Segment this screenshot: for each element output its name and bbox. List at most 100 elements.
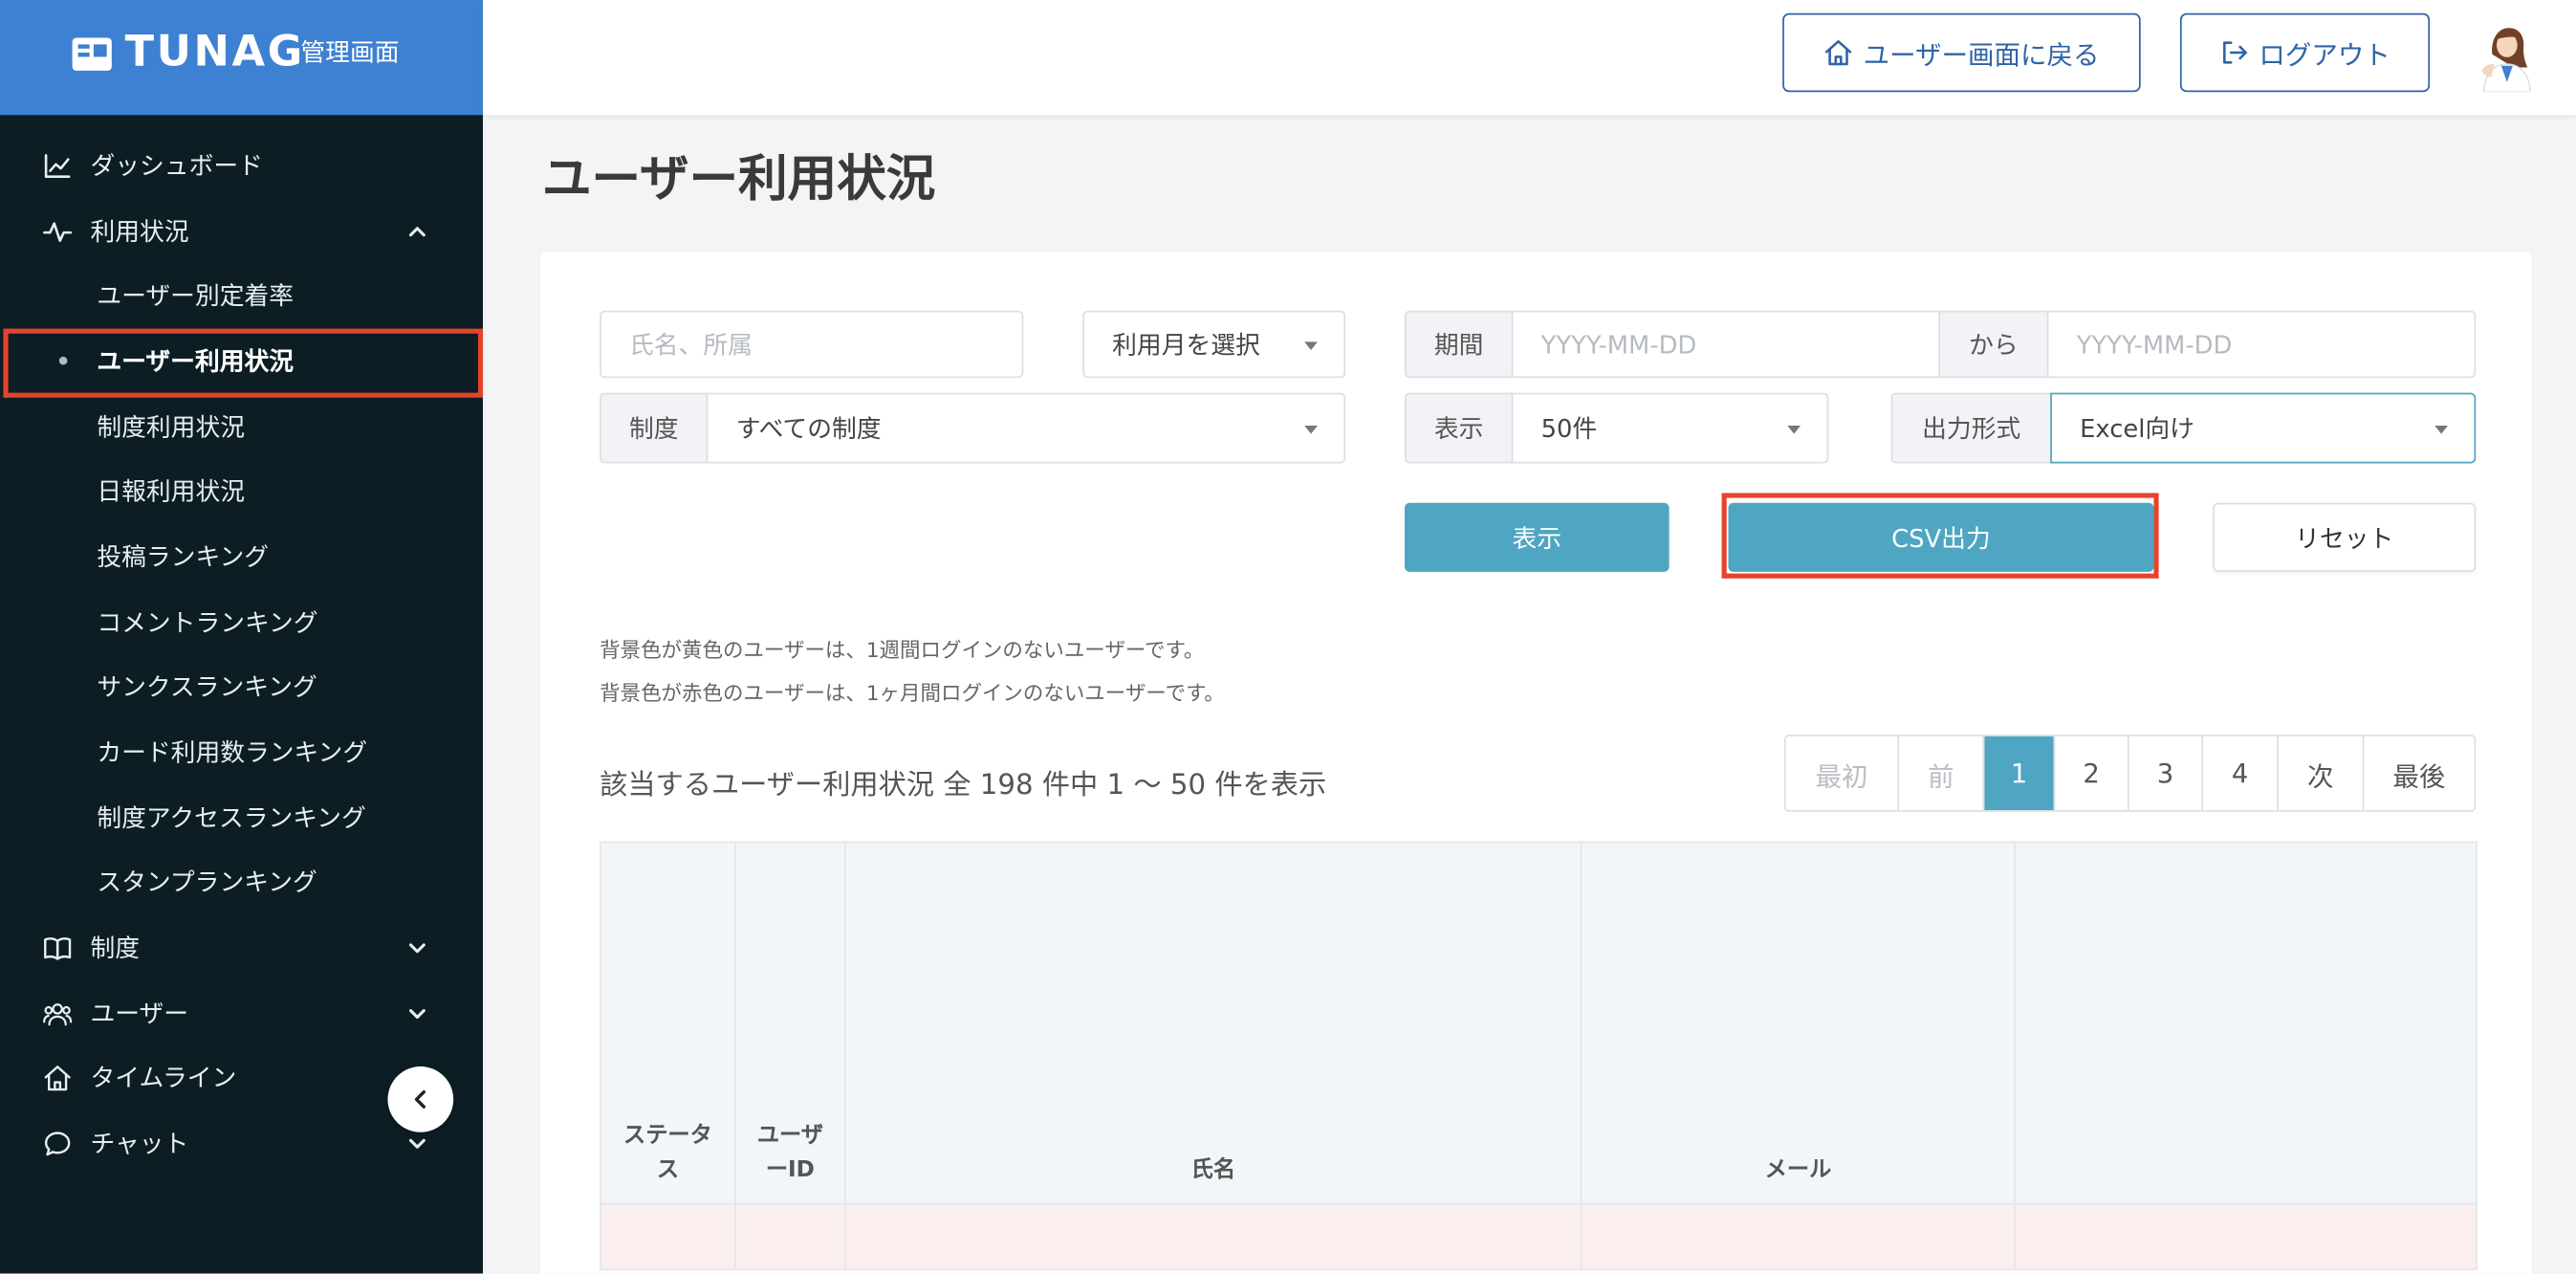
- column-header-status: ステータス: [600, 841, 736, 1205]
- sidebar-nav: ダッシュボード 利用状況 ユーザー別定着率 ユーザー利用状況 制度利用状況 日報…: [0, 133, 483, 1176]
- column-header-email: メール: [1580, 841, 2017, 1205]
- program-filter: 制度 すべての制度: [600, 392, 1346, 464]
- sidebar-subitem-user-retention[interactable]: ユーザー別定着率: [0, 264, 483, 329]
- program-select[interactable]: すべての制度: [706, 392, 1346, 464]
- caret-down-icon: [1304, 425, 1318, 433]
- output-format-select-value: Excel向け: [2080, 413, 2194, 444]
- logout-button-label: ログアウト: [2259, 39, 2390, 71]
- pagination-first[interactable]: 最初: [1786, 736, 1898, 810]
- sidebar-subitem-program-access-ranking[interactable]: 制度アクセスランキング: [0, 785, 483, 850]
- month-select[interactable]: 利用月を選択: [1082, 310, 1346, 379]
- pagination-page[interactable]: 2: [2053, 736, 2128, 811]
- page-title: ユーザー利用状況: [541, 151, 936, 209]
- chevron-down-icon[interactable]: [405, 1132, 428, 1155]
- pagination-last[interactable]: 最後: [2362, 736, 2475, 811]
- name-search-input[interactable]: [600, 310, 1024, 379]
- program-select-value: すべての制度: [735, 413, 882, 444]
- per-page-select-value: 50件: [1540, 413, 1598, 444]
- sidebar-subitem-stamp-ranking[interactable]: スタンプランキング: [0, 850, 483, 915]
- column-header-user-id: ユーザーID: [733, 841, 846, 1205]
- usage-table: ステータス ユーザーID 氏名 メール: [600, 841, 2478, 1271]
- period-to-input[interactable]: [2046, 310, 2477, 379]
- pagination-page[interactable]: 4: [2201, 736, 2277, 811]
- main-content: ユーザー利用状況 利用月を選択 期間 から 制度 すべての制度: [483, 115, 2576, 1274]
- legend-note-yellow: 背景色が黄色のユーザーは、1週間ログインのないユーザーです。: [600, 637, 1205, 663]
- pagination: 最初 前 1 2 3 4 次 最後: [1783, 734, 2477, 812]
- per-page-label: 表示: [1404, 392, 1514, 464]
- sidebar-subitem-post-ranking[interactable]: 投稿ランキング: [0, 524, 483, 589]
- program-label: 制度: [600, 392, 709, 464]
- annotation-highlight-box: [1721, 493, 2159, 579]
- app-window: TUNAG 管理画面 ダッシュボード 利用状況 ユーザー別定着率 ユーザー利用状…: [0, 0, 2576, 1274]
- output-format-filter: 出力形式 Excel向け: [1890, 392, 2477, 464]
- table-cell: [844, 1202, 1583, 1271]
- sidebar: TUNAG 管理画面 ダッシュボード 利用状況 ユーザー別定着率 ユーザー利用状…: [0, 0, 484, 1274]
- chevron-left-icon: [409, 1087, 432, 1110]
- chevron-up-icon[interactable]: [405, 219, 428, 242]
- sidebar-item-label: チャット: [90, 1129, 189, 1159]
- sidebar-item-label: タイムライン: [90, 1064, 237, 1094]
- month-select-value: 利用月を選択: [1112, 330, 1260, 361]
- back-button-label: ユーザー画面に戻る: [1863, 39, 2100, 71]
- top-bar: ユーザー画面に戻る ログアウト: [483, 0, 2576, 116]
- pagination-next[interactable]: 次: [2277, 736, 2362, 811]
- show-button[interactable]: 表示: [1404, 502, 1670, 572]
- book-icon: [43, 934, 73, 963]
- sidebar-item-label: 制度利用状況: [97, 411, 246, 442]
- sidebar-item-label: 制度: [90, 934, 141, 963]
- sidebar-item-usage[interactable]: 利用状況: [0, 198, 483, 263]
- pagination-page[interactable]: 1: [1982, 736, 2054, 811]
- back-to-user-screen-button[interactable]: ユーザー画面に戻る: [1782, 12, 2141, 93]
- pagination-page[interactable]: 3: [2127, 736, 2201, 811]
- sidebar-subitem-card-usage-ranking[interactable]: カード利用数ランキング: [0, 720, 483, 785]
- caret-down-icon: [1787, 425, 1801, 433]
- sidebar-item-label: ダッシュボード: [90, 150, 263, 181]
- sidebar-item-label: コメントランキング: [97, 607, 318, 638]
- table-cell: [600, 1202, 736, 1271]
- column-header-blank: [2014, 841, 2478, 1205]
- period-from-input[interactable]: [1511, 310, 1941, 379]
- table-cell: [1580, 1202, 2017, 1271]
- result-summary: 該当するユーザー利用状況 全 198 件中 1 〜 50 件を表示: [600, 769, 1327, 802]
- sidebar-item-label: ユーザー: [90, 999, 189, 1029]
- logout-icon: [2219, 38, 2249, 68]
- period-filter: 期間 から: [1404, 310, 2477, 379]
- brand-subtitle: 管理画面: [300, 37, 400, 68]
- per-page-select[interactable]: 50件: [1511, 392, 1829, 464]
- chevron-down-icon[interactable]: [405, 1002, 428, 1025]
- caret-down-icon: [1304, 340, 1318, 350]
- sidebar-item-label: 投稿ランキング: [97, 541, 270, 572]
- table-row[interactable]: [600, 1202, 2478, 1271]
- sidebar-item-label: 利用状況: [90, 215, 189, 246]
- sidebar-subitem-daily-report-usage[interactable]: 日報利用状況: [0, 459, 483, 524]
- sidebar-collapse-button[interactable]: [387, 1066, 454, 1132]
- brand-logo-text: TUNAG: [124, 28, 305, 77]
- sidebar-subitem-comment-ranking[interactable]: コメントランキング: [0, 589, 483, 654]
- sidebar-item-users[interactable]: ユーザー: [0, 981, 483, 1046]
- legend-note-red: 背景色が赤色のユーザーは、1ヶ月間ログインのないユーザーです。: [600, 680, 1225, 706]
- period-separator: から: [1938, 310, 2049, 379]
- users-icon: [43, 999, 73, 1028]
- output-format-select[interactable]: Excel向け: [2050, 392, 2477, 464]
- table-cell: [2014, 1202, 2478, 1271]
- chart-line-icon: [43, 151, 73, 181]
- sidebar-item-label: ユーザー別定着率: [97, 281, 295, 312]
- logout-button[interactable]: ログアウト: [2179, 12, 2431, 93]
- sidebar-item-label: 制度アクセスランキング: [97, 802, 366, 833]
- table-cell: [733, 1202, 846, 1271]
- pulse-icon: [43, 216, 73, 246]
- chevron-down-icon[interactable]: [405, 936, 428, 959]
- sidebar-subitem-program-usage[interactable]: 制度利用状況: [0, 394, 483, 459]
- avatar[interactable]: [2468, 20, 2541, 93]
- brand-bar[interactable]: TUNAG 管理画面: [0, 0, 484, 116]
- sidebar-item-dashboard[interactable]: ダッシュボード: [0, 133, 483, 198]
- chat-icon: [43, 1130, 73, 1159]
- sidebar-subitem-thanks-ranking[interactable]: サンクスランキング: [0, 655, 483, 720]
- home-icon: [1823, 38, 1853, 68]
- period-label: 期間: [1404, 310, 1514, 379]
- sidebar-item-programs[interactable]: 制度: [0, 915, 483, 980]
- pagination-prev[interactable]: 前: [1897, 736, 1982, 811]
- column-header-name: 氏名: [844, 841, 1583, 1205]
- reset-button[interactable]: リセット: [2213, 502, 2477, 572]
- sidebar-item-label: スタンプランキング: [97, 868, 317, 898]
